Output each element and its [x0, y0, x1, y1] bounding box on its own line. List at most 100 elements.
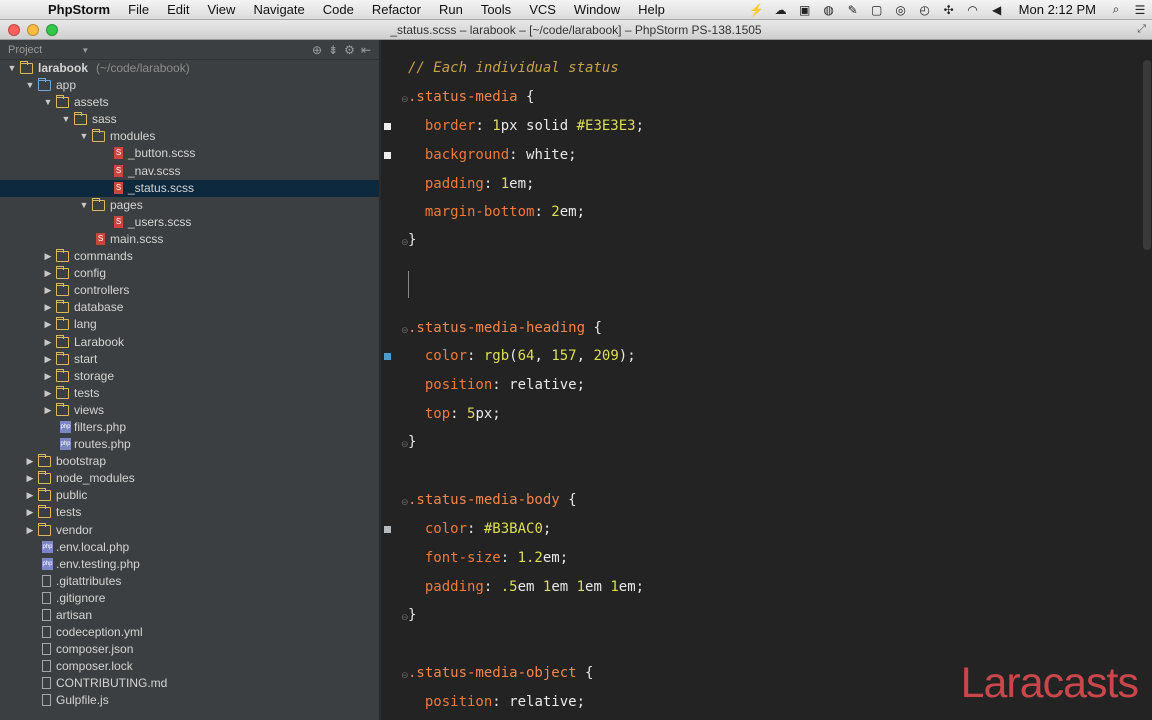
menu-refactor[interactable]: Refactor — [363, 2, 430, 17]
expand-arrow-icon[interactable]: ▼ — [24, 77, 36, 94]
tree-item[interactable]: ▶ lang — [0, 316, 379, 333]
tree-item[interactable]: artisan — [0, 607, 379, 624]
code-line[interactable]: } — [408, 607, 416, 623]
tree-item[interactable]: Smain.scss — [0, 231, 379, 248]
tree-item[interactable]: php .env.local.php — [0, 539, 379, 556]
expand-arrow-icon[interactable]: ▼ — [60, 111, 72, 128]
expand-arrow-icon[interactable]: ▼ — [78, 197, 90, 214]
collapse-arrow-icon[interactable]: ▶ — [42, 282, 54, 299]
tree-item[interactable]: ▶ commands — [0, 248, 379, 265]
code-line[interactable]: .status-media { — [408, 89, 534, 105]
collapse-arrow-icon[interactable]: ▶ — [42, 385, 54, 402]
tree-item[interactable]: ▼ assets — [0, 94, 379, 111]
menu-tools[interactable]: Tools — [472, 2, 520, 17]
search-icon[interactable]: ⌕ — [1104, 2, 1128, 17]
camera-icon[interactable]: ▣ — [793, 3, 817, 17]
code-line[interactable]: color: rgb(64, 157, 209); — [408, 348, 636, 364]
color-swatch-icon[interactable] — [384, 526, 391, 533]
tree-item[interactable]: ▼ larabook (~/code/larabook) — [0, 60, 379, 77]
code-line[interactable]: top: 5px; — [408, 406, 501, 422]
color-swatch-icon[interactable] — [384, 353, 391, 360]
notification-center-icon[interactable]: ☰ — [1128, 3, 1152, 17]
expand-arrow-icon[interactable]: ▼ — [42, 94, 54, 111]
menu-navigate[interactable]: Navigate — [244, 2, 313, 17]
hide-panel-icon[interactable]: ⇤ — [361, 43, 371, 57]
menu-code[interactable]: Code — [314, 2, 363, 17]
browser-icon[interactable]: ◎ — [889, 3, 913, 17]
tree-item[interactable]: composer.json — [0, 641, 379, 658]
code-line[interactable]: .status-media-heading { — [408, 320, 602, 336]
tree-item[interactable]: ▼ sass — [0, 111, 379, 128]
code-line[interactable]: .status-media-body { — [408, 492, 577, 508]
collapse-arrow-icon[interactable]: ▶ — [24, 487, 36, 504]
collapse-arrow-icon[interactable]: ▶ — [42, 351, 54, 368]
tree-item[interactable]: ▶ tests — [0, 385, 379, 402]
code-line[interactable]: padding: .5em 1em 1em 1em; — [408, 579, 644, 595]
menu-run[interactable]: Run — [430, 2, 472, 17]
tree-item[interactable]: ▶ public — [0, 487, 379, 504]
collapse-arrow-icon[interactable]: ▶ — [24, 504, 36, 521]
tree-item[interactable]: ▶ node_modules — [0, 470, 379, 487]
code-line[interactable]: } — [408, 434, 416, 450]
cloud-icon[interactable]: ☁ — [769, 3, 793, 17]
tree-item[interactable]: ▶ storage — [0, 368, 379, 385]
tree-item[interactable]: ▶ bootstrap — [0, 453, 379, 470]
tree-item[interactable]: ▶ controllers — [0, 282, 379, 299]
tree-item[interactable]: S _button.scss — [0, 145, 379, 162]
project-view-selector[interactable]: Project ▼ — [8, 44, 89, 56]
code-line[interactable]: background: white; — [408, 147, 577, 163]
collapse-arrow-icon[interactable]: ▶ — [24, 522, 36, 539]
tree-item[interactable]: CONTRIBUTING.md — [0, 675, 379, 692]
chat-icon[interactable]: ◍ — [817, 3, 841, 17]
tree-item[interactable]: php filters.php — [0, 419, 379, 436]
tree-item[interactable]: ▼ app — [0, 77, 379, 94]
tree-item[interactable]: ▶ Larabook — [0, 334, 379, 351]
tree-item[interactable]: ▶ vendor — [0, 522, 379, 539]
collapse-arrow-icon[interactable]: ▶ — [42, 334, 54, 351]
menu-help[interactable]: Help — [629, 2, 674, 17]
collapse-arrow-icon[interactable]: ▶ — [24, 470, 36, 487]
tree-item[interactable]: ▼ pages — [0, 197, 379, 214]
tree-item[interactable]: ▶ tests — [0, 504, 379, 521]
clock[interactable]: Mon 2:12 PM — [1009, 2, 1104, 17]
editor-scrollbar[interactable] — [1143, 60, 1151, 250]
expand-arrow-icon[interactable]: ▼ — [6, 60, 18, 77]
wifi-icon[interactable]: ◠ — [961, 3, 985, 17]
collapse-all-icon[interactable]: ⇟ — [328, 43, 338, 57]
tree-item[interactable]: S _nav.scss — [0, 163, 379, 180]
code-line[interactable]: // Each individual status — [408, 60, 619, 76]
tree-item[interactable]: php routes.php — [0, 436, 379, 453]
scroll-from-source-icon[interactable]: ⊕ — [312, 43, 322, 57]
code-line[interactable]: color: #B3BAC0; — [408, 521, 551, 537]
collapse-arrow-icon[interactable]: ▶ — [42, 368, 54, 385]
code-line[interactable]: padding: 1em; — [408, 176, 535, 192]
expand-arrow-icon[interactable]: ▼ — [78, 128, 90, 145]
collapse-arrow-icon[interactable]: ▶ — [42, 316, 54, 333]
menu-vcs[interactable]: VCS — [520, 2, 565, 17]
code-editor[interactable]: // Each individual status ⊖ .status-media … — [381, 40, 1152, 720]
tree-item[interactable]: .gitignore — [0, 590, 379, 607]
tree-item[interactable]: ▶ start — [0, 351, 379, 368]
code-line[interactable]: border: 1px solid #E3E3E3; — [408, 118, 644, 134]
fantastical-icon[interactable]: ⚡ — [745, 3, 769, 17]
tree-item[interactable]: S _users.scss — [0, 214, 379, 231]
tree-item[interactable]: Gulpfile.js — [0, 692, 379, 709]
tree-item[interactable]: ▶ config — [0, 265, 379, 282]
menu-window[interactable]: Window — [565, 2, 629, 17]
code-line[interactable]: } — [408, 232, 416, 248]
code-line[interactable]: font-size: 1.2em; — [408, 550, 568, 566]
collapse-arrow-icon[interactable]: ▶ — [42, 402, 54, 419]
time-machine-icon[interactable]: ◴ — [913, 3, 937, 17]
wrench-icon[interactable]: ✎ — [841, 3, 865, 17]
fullscreen-icon[interactable]: ⤢ — [1137, 23, 1146, 36]
tree-item[interactable]: S _status.scss — [0, 179, 379, 197]
gear-icon[interactable]: ⚙ — [344, 43, 355, 57]
tree-item[interactable]: .gitattributes — [0, 573, 379, 590]
collapse-arrow-icon[interactable]: ▶ — [42, 265, 54, 282]
square-icon[interactable]: ▢ — [865, 3, 889, 17]
tree-item[interactable]: composer.lock — [0, 658, 379, 675]
tree-item[interactable]: php .env.testing.php — [0, 556, 379, 573]
code-line[interactable]: position: relative; — [408, 377, 585, 393]
tree-item[interactable]: ▼ modules — [0, 128, 379, 145]
menu-file[interactable]: File — [119, 2, 158, 17]
